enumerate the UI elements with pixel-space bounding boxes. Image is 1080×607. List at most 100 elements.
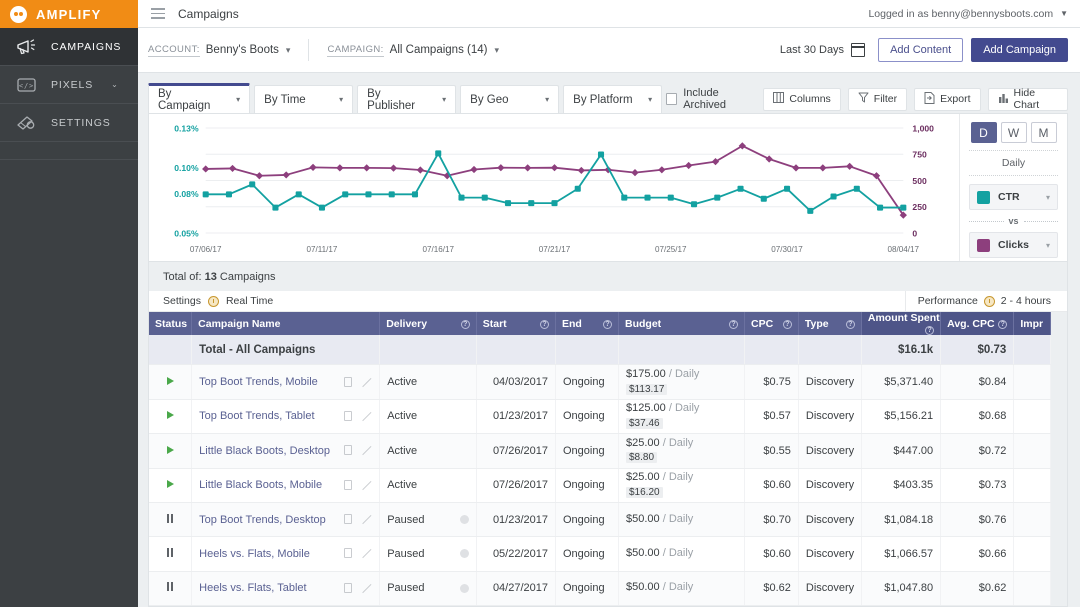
cell-campaign-name[interactable]: Top Boot Trends, Mobile [192,365,380,399]
filter-button[interactable]: Filter [848,88,907,111]
copy-icon[interactable] [344,480,352,490]
table-row[interactable]: Little Black Boots, MobileActive07/26/20… [149,468,1051,502]
campaign-name-link[interactable]: Little Black Boots, Desktop [199,445,330,457]
column-header-status[interactable]: Status [149,312,192,335]
campaign-name-link[interactable]: Heels vs. Flats, Mobile [199,548,310,560]
help-icon[interactable]: ? [729,320,738,329]
column-header-type[interactable]: Type? [798,312,861,335]
cell-status[interactable] [149,399,192,433]
granularity-daily-button[interactable]: D [971,122,997,143]
metric-b-selector[interactable]: Clicks ▾ [969,232,1058,258]
include-archived-checkbox[interactable]: Include Archived [666,87,756,111]
sidebar-item-campaigns[interactable]: CAMPAIGNS [0,28,138,66]
column-header-end[interactable]: End? [556,312,619,335]
tab-by-geo[interactable]: By Geo ▾ [460,85,559,113]
calendar-icon[interactable] [851,43,865,57]
copy-icon[interactable] [344,514,352,524]
cell-status[interactable] [149,365,192,399]
pause-icon[interactable] [167,548,173,557]
play-icon[interactable] [167,446,174,454]
cell-status[interactable] [149,434,192,468]
sidebar-item-pixels[interactable]: </> PIXELS ⌄ [0,66,138,104]
campaign-selector[interactable]: CAMPAIGN: All Campaigns (14) ▾ [327,44,499,57]
column-header-delivery[interactable]: Delivery? [380,312,477,335]
help-icon[interactable]: ? [603,320,612,329]
cell-campaign-name[interactable]: Little Black Boots, Desktop [192,434,380,468]
campaign-name-link[interactable]: Top Boot Trends, Mobile [199,376,318,388]
copy-icon[interactable] [344,411,352,421]
cell-campaign-name[interactable]: Top Boot Trends, Desktop [192,502,380,536]
campaign-name-link[interactable]: Little Black Boots, Mobile [199,479,322,491]
campaign-name-link[interactable]: Top Boot Trends, Tablet [199,410,314,422]
pencil-icon[interactable] [361,583,372,594]
cell-campaign-name[interactable]: Top Boot Trends, Tablet [192,399,380,433]
table-row[interactable]: Heels vs. Flats, TabletPaused04/27/2017O… [149,571,1051,605]
column-header-impr[interactable]: Impr [1014,312,1051,335]
pencil-icon[interactable] [361,514,372,525]
pause-icon[interactable] [167,582,173,591]
sidebar-item-settings[interactable]: SETTINGS [0,104,138,142]
tab-by-time[interactable]: By Time ▾ [254,85,353,113]
metric-a-selector[interactable]: CTR ▾ [969,184,1058,210]
budget-amount: $175.00 [626,368,666,380]
main-area: Campaigns Logged in as benny@bennysboots… [138,0,1080,607]
help-icon[interactable]: ? [461,320,470,329]
help-icon[interactable]: ? [998,320,1007,329]
tab-by-platform[interactable]: By Platform ▾ [563,85,662,113]
cell-status[interactable] [149,468,192,502]
campaign-name-link[interactable]: Heels vs. Flats, Tablet [199,582,306,594]
cell-campaign-name[interactable]: Little Black Boots, Mobile [192,468,380,502]
help-icon[interactable]: ? [540,320,549,329]
pencil-icon[interactable] [361,480,372,491]
copy-icon[interactable] [344,548,352,558]
pause-icon[interactable] [167,514,173,523]
copy-icon[interactable] [344,445,352,455]
copy-icon[interactable] [344,377,352,387]
pencil-icon[interactable] [361,445,372,456]
column-header-cpc[interactable]: CPC? [745,312,799,335]
table-row[interactable]: Top Boot Trends, MobileActive04/03/2017O… [149,365,1051,399]
play-icon[interactable] [167,411,174,419]
pencil-icon[interactable] [361,411,372,422]
hide-chart-button[interactable]: Hide Chart [988,88,1069,111]
pencil-icon[interactable] [361,548,372,559]
table-row[interactable]: Heels vs. Flats, MobilePaused05/22/2017O… [149,537,1051,571]
play-icon[interactable] [167,377,174,385]
column-header-name[interactable]: Campaign Name [192,312,380,335]
help-icon[interactable]: ? [846,320,855,329]
cell-status[interactable] [149,571,192,605]
add-content-button[interactable]: Add Content [878,38,963,62]
cell-type: Discovery [798,502,861,536]
cell-impr [1014,434,1051,468]
help-icon[interactable]: ? [783,320,792,329]
export-label: Export [940,93,970,105]
table-row[interactable]: Top Boot Trends, DesktopPaused01/23/2017… [149,502,1051,536]
table-row[interactable]: Little Black Boots, DesktopActive07/26/2… [149,434,1051,468]
pencil-icon[interactable] [361,377,372,388]
help-icon[interactable]: ? [925,326,934,335]
columns-button[interactable]: Columns [763,88,840,111]
date-range-label[interactable]: Last 30 Days [780,44,844,56]
account-selector[interactable]: ACCOUNT: Benny's Boots ▾ [148,44,290,57]
cell-campaign-name[interactable]: Heels vs. Flats, Mobile [192,537,380,571]
column-header-spent[interactable]: Amount Spent? [861,312,940,335]
column-header-start[interactable]: Start? [476,312,555,335]
play-icon[interactable] [167,480,174,488]
granularity-weekly-button[interactable]: W [1001,122,1027,143]
table-row[interactable]: Top Boot Trends, TabletActive01/23/2017O… [149,399,1051,433]
export-button[interactable]: Export [914,88,980,111]
hamburger-menu-icon[interactable] [138,8,178,19]
cell-status[interactable] [149,502,192,536]
tab-label: By Platform [573,94,632,106]
cell-status[interactable] [149,537,192,571]
tab-by-publisher[interactable]: By Publisher ▾ [357,85,456,113]
column-header-avgcpc[interactable]: Avg. CPC? [941,312,1014,335]
cell-campaign-name[interactable]: Heels vs. Flats, Tablet [192,571,380,605]
column-header-budget[interactable]: Budget? [619,312,745,335]
granularity-monthly-button[interactable]: M [1031,122,1057,143]
caret-down-icon[interactable]: ▼ [1060,9,1068,18]
tab-by-campaign[interactable]: By Campaign ▾ [148,83,250,113]
add-campaign-button[interactable]: Add Campaign [971,38,1068,62]
campaign-name-link[interactable]: Top Boot Trends, Desktop [199,514,326,526]
copy-icon[interactable] [344,583,352,593]
